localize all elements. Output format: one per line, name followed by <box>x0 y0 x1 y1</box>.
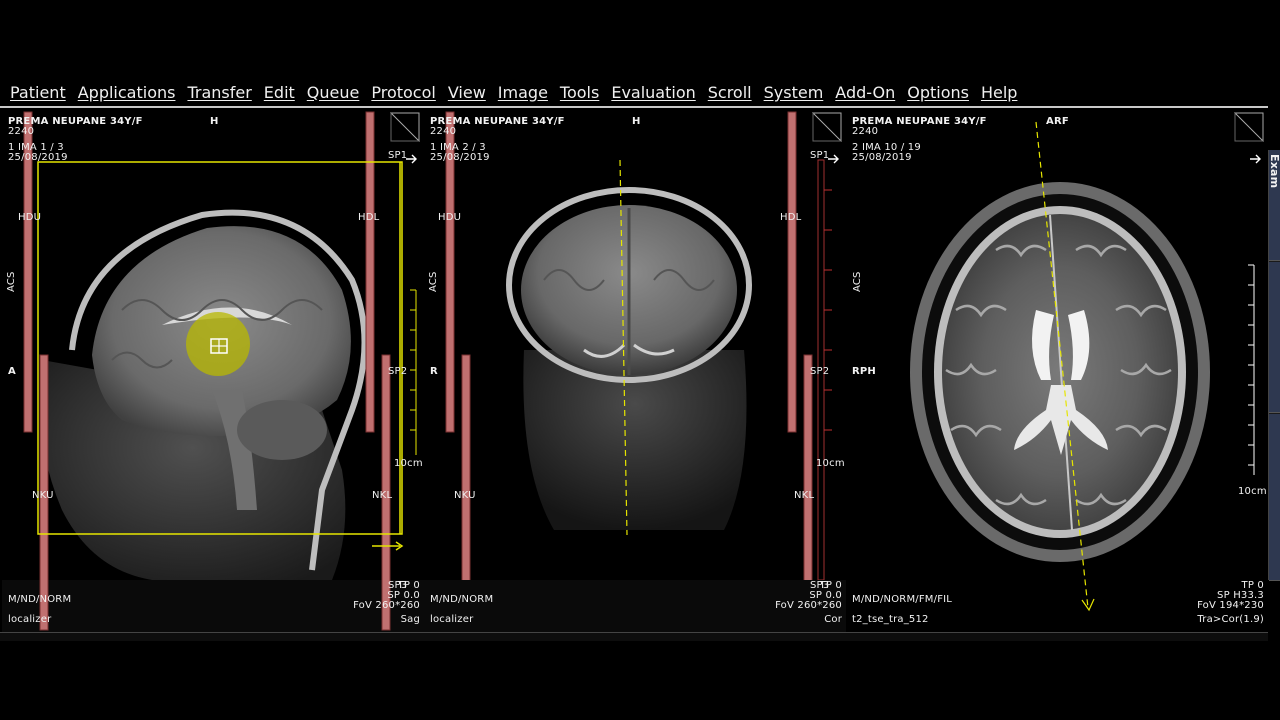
status-strip <box>0 632 1268 641</box>
scale-label: 10cm <box>816 458 845 469</box>
sp1-label: SP1 <box>810 150 830 161</box>
orientation-top: H <box>210 116 219 127</box>
orientation-top: ARF <box>1046 116 1069 127</box>
menu-help[interactable]: Help <box>975 83 1023 102</box>
slab-label-top-right: HDL <box>358 212 380 223</box>
side-label: ACS <box>852 271 863 292</box>
corner-triangle-icon[interactable] <box>812 112 842 142</box>
window-setting: M/ND/NORM/FM/FIL <box>852 594 953 605</box>
side-tab-label: Exam <box>1268 154 1280 189</box>
window-setting: M/ND/NORM <box>430 594 494 605</box>
menu-system[interactable]: System <box>758 83 830 102</box>
side-label: ACS <box>428 271 439 292</box>
slab-label-bottom-right: NKL <box>372 490 393 501</box>
viewport-coronal[interactable]: PREMA NEUPANE 34Y/F H 2240 1 IMA 2 / 3 2… <box>424 110 847 632</box>
plane-label: Sag <box>400 614 420 625</box>
slab-label-bottom-right: NKL <box>794 490 815 501</box>
orientation-top: H <box>632 116 641 127</box>
menu-applications[interactable]: Applications <box>72 83 182 102</box>
patient-id: 2240 <box>430 126 457 137</box>
menu-options[interactable]: Options <box>901 83 975 102</box>
study-date: 25/08/2019 <box>8 152 68 163</box>
slab-label-bottom-left: NKU <box>454 490 476 501</box>
side-tab-3[interactable] <box>1269 414 1280 581</box>
sp2-label: SP2 <box>388 366 408 377</box>
patient-id: 2240 <box>852 126 879 137</box>
viewport-transverse[interactable]: PREMA NEUPANE 34Y/F ARF 2240 2 IMA 10 / … <box>846 110 1268 632</box>
menu-queue[interactable]: Queue <box>301 83 366 102</box>
sagittal-mri-image <box>2 110 424 632</box>
slab-label-bottom-left: NKU <box>32 490 54 501</box>
scale-label: 10cm <box>394 458 423 469</box>
window-setting: M/ND/NORM <box>8 594 72 605</box>
menu-edit[interactable]: Edit <box>258 83 301 102</box>
side-tab-strip: Exam <box>1268 150 1280 581</box>
arrow-right-icon <box>1250 154 1261 164</box>
menu-scroll[interactable]: Scroll <box>702 83 758 102</box>
patient-id: 2240 <box>8 126 35 137</box>
plane-label: Tra>Cor(1.9) <box>1197 614 1264 625</box>
sp1-label: SP1 <box>388 150 408 161</box>
protocol-name: localizer <box>8 614 52 625</box>
side-label: ACS <box>6 271 17 292</box>
slab-label-top-left: HDU <box>438 212 462 223</box>
slab-label-top-right: HDL <box>780 212 802 223</box>
fov-value: FoV 194*230 <box>1197 600 1264 611</box>
menu-transfer[interactable]: Transfer <box>181 83 257 102</box>
sp2-label: SP2 <box>810 366 830 377</box>
coronal-mri-image <box>424 110 846 632</box>
menu-image[interactable]: Image <box>492 83 554 102</box>
menu-protocol[interactable]: Protocol <box>365 83 441 102</box>
menu-bar: Patient Applications Transfer Edit Queue… <box>0 80 1280 104</box>
arrow-right-icon <box>828 154 839 164</box>
corner-triangle-icon[interactable] <box>390 112 420 142</box>
plane-label: Cor <box>824 614 842 625</box>
orientation-left: RPH <box>852 366 876 377</box>
corner-triangle-icon[interactable] <box>1234 112 1264 142</box>
move-cursor-icon[interactable] <box>207 337 231 355</box>
fov-value: FoV 260*260 <box>353 600 420 611</box>
slab-label-top-left: HDU <box>18 212 42 223</box>
image-viewer-area: PREMA NEUPANE 34Y/F H 2240 1 IMA 1 / 3 2… <box>0 106 1268 634</box>
side-tab-2[interactable] <box>1269 262 1280 413</box>
menu-add-on[interactable]: Add-On <box>829 83 901 102</box>
fov-value: FoV 260*260 <box>775 600 842 611</box>
menu-view[interactable]: View <box>442 83 492 102</box>
transverse-mri-image <box>846 110 1268 632</box>
orientation-left: A <box>8 366 16 377</box>
arrow-right-icon <box>406 154 417 164</box>
menu-patient[interactable]: Patient <box>4 83 72 102</box>
menu-evaluation[interactable]: Evaluation <box>605 83 701 102</box>
side-tab-exam[interactable]: Exam <box>1268 150 1280 261</box>
study-date: 25/08/2019 <box>852 152 912 163</box>
protocol-name: t2_tse_tra_512 <box>852 614 929 625</box>
protocol-name: localizer <box>430 614 474 625</box>
orientation-left: R <box>430 366 438 377</box>
menu-tools[interactable]: Tools <box>554 83 605 102</box>
viewport-sagittal[interactable]: PREMA NEUPANE 34Y/F H 2240 1 IMA 1 / 3 2… <box>2 110 425 632</box>
study-date: 25/08/2019 <box>430 152 490 163</box>
scale-label: 10cm <box>1238 486 1267 497</box>
